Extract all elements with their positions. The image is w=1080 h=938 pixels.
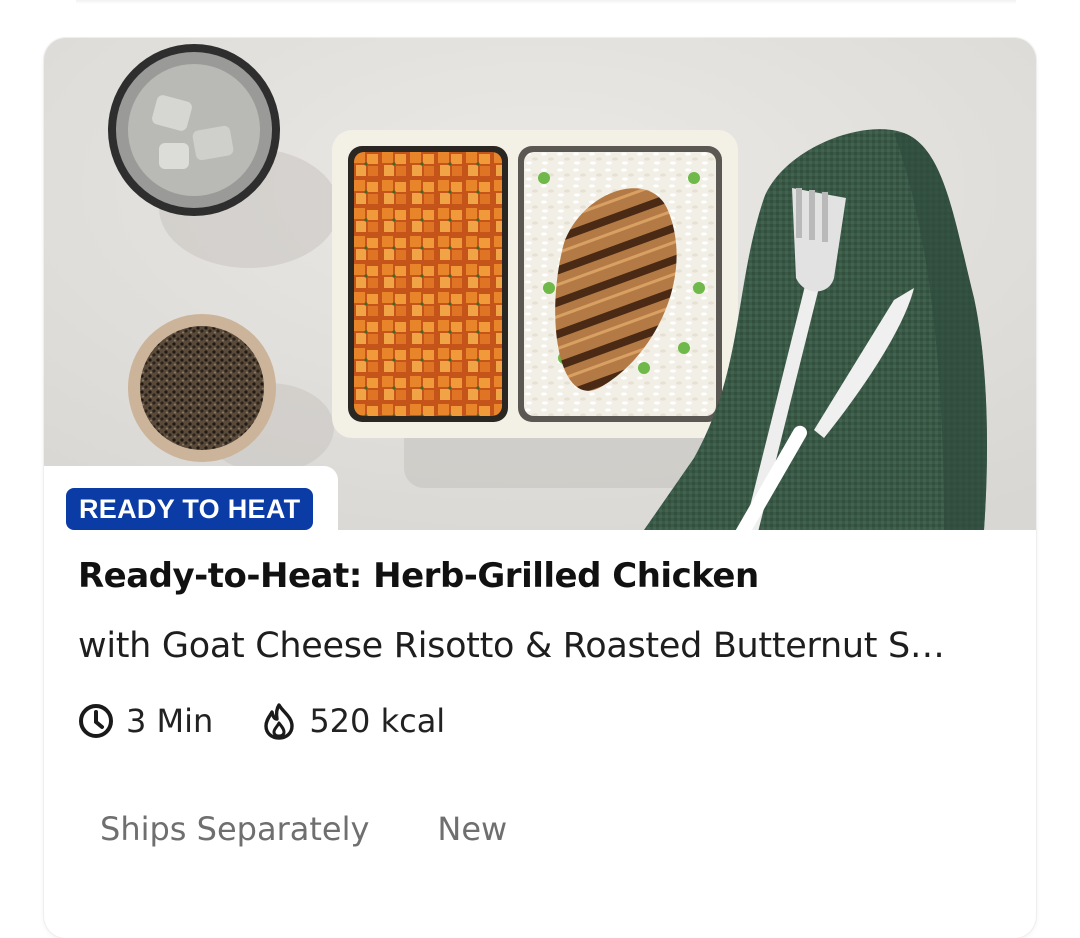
- meal-title[interactable]: Ready-to-Heat: Herb-Grilled Chicken: [78, 556, 1008, 596]
- meal-subtitle: with Goat Cheese Risotto & Roasted Butte…: [78, 626, 945, 666]
- previous-card-edge: [76, 0, 1016, 4]
- flame-icon: [261, 702, 297, 740]
- calories-value: 520 kcal: [309, 702, 446, 740]
- meal-card[interactable]: READY TO HEAT Ready-to-Heat: Herb-Grille…: [44, 38, 1036, 938]
- prep-time-value: 3 Min: [126, 702, 214, 740]
- calories: 520 kcal: [261, 702, 445, 740]
- meal-tags: Ships Separately New: [100, 810, 507, 848]
- prep-time: 3 Min: [78, 702, 213, 740]
- clock-icon: [78, 703, 114, 739]
- tag-new: New: [437, 810, 508, 848]
- ready-to-heat-badge: READY TO HEAT: [66, 488, 314, 530]
- meal-photo[interactable]: [44, 38, 1036, 530]
- tag-ships-separately: Ships Separately: [100, 810, 370, 848]
- meal-meta: 3 Min 520 kcal: [78, 702, 445, 740]
